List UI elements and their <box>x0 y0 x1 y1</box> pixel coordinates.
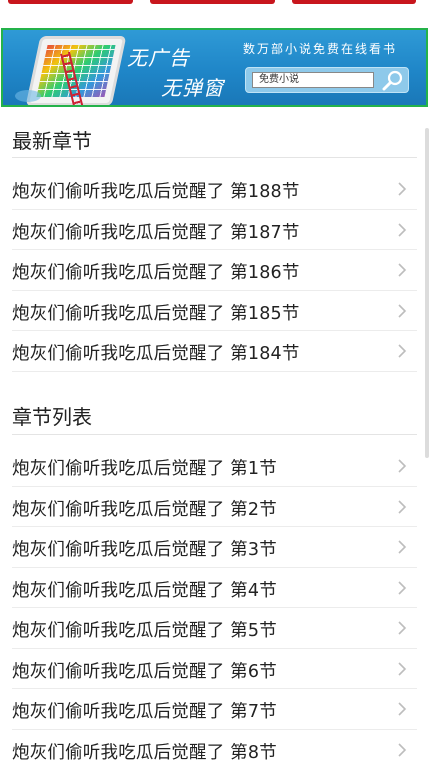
chapter-label: 炮灰们偷听我吃瓜后觉醒了 第7节 <box>12 702 277 722</box>
chapter-item[interactable]: 炮灰们偷听我吃瓜后觉醒了 第8节 <box>12 730 417 763</box>
top-nav-tab-1[interactable] <box>8 0 133 4</box>
chapter-label: 炮灰们偷听我吃瓜后觉醒了 第186节 <box>12 263 300 283</box>
chapter-list-heading: 章节列表 <box>12 405 92 429</box>
top-nav-tab-3[interactable] <box>292 0 416 4</box>
shadow-graphic <box>15 90 41 102</box>
chevron-right-icon <box>398 344 407 358</box>
chapter-item[interactable]: 炮灰们偷听我吃瓜后觉醒了 第3节 <box>12 527 417 568</box>
chapter-item[interactable]: 炮灰们偷听我吃瓜后觉醒了 第6节 <box>12 649 417 689</box>
latest-chapter-item[interactable]: 炮灰们偷听我吃瓜后觉醒了 第188节 <box>12 169 417 210</box>
chapter-label: 炮灰们偷听我吃瓜后觉醒了 第3节 <box>12 540 277 560</box>
banner-search-input[interactable]: 免费小说 <box>252 72 374 88</box>
chapter-item[interactable]: 炮灰们偷听我吃瓜后觉醒了 第1节 <box>12 446 417 487</box>
chapter-item[interactable]: 炮灰们偷听我吃瓜后觉醒了 第5节 <box>12 608 417 649</box>
chevron-right-icon <box>398 580 407 595</box>
vertical-scrollbar[interactable] <box>425 128 429 458</box>
chapter-label: 炮灰们偷听我吃瓜后觉醒了 第1节 <box>12 459 277 479</box>
chevron-right-icon <box>398 661 407 676</box>
chapter-label: 炮灰们偷听我吃瓜后觉醒了 第2节 <box>12 499 277 520</box>
chapter-label: 炮灰们偷听我吃瓜后觉醒了 第5节 <box>12 621 277 641</box>
chapter-label: 炮灰们偷听我吃瓜后觉醒了 第187节 <box>12 222 300 243</box>
top-nav-tab-2[interactable] <box>150 0 275 4</box>
chevron-right-icon <box>398 182 407 196</box>
banner-line-no-ads: 无广告 <box>127 46 190 70</box>
chapter-label: 炮灰们偷听我吃瓜后觉醒了 第6节 <box>12 661 277 682</box>
chevron-right-icon <box>398 702 407 716</box>
chapter-item[interactable]: 炮灰们偷听我吃瓜后觉醒了 第4节 <box>12 568 417 608</box>
search-icon[interactable] <box>380 69 406 91</box>
chapter-label: 炮灰们偷听我吃瓜后觉醒了 第185节 <box>12 303 300 324</box>
chapter-list-heading-divider <box>12 434 417 435</box>
chevron-right-icon <box>398 742 407 757</box>
chapter-item[interactable]: 炮灰们偷听我吃瓜后觉醒了 第7节 <box>12 689 417 730</box>
latest-heading-divider <box>12 157 417 158</box>
chevron-right-icon <box>398 499 407 514</box>
banner-slogan: 数万部小说免费在线看书 <box>243 42 398 56</box>
chevron-right-icon <box>398 303 407 318</box>
chevron-right-icon <box>398 540 407 554</box>
latest-chapters-heading: 最新章节 <box>12 129 92 153</box>
latest-chapter-item[interactable]: 炮灰们偷听我吃瓜后觉醒了 第186节 <box>12 250 417 291</box>
latest-chapter-item[interactable]: 炮灰们偷听我吃瓜后觉醒了 第187节 <box>12 210 417 250</box>
chapter-label: 炮灰们偷听我吃瓜后觉醒了 第188节 <box>12 182 300 202</box>
banner-line-no-popups: 无弹窗 <box>161 76 224 100</box>
chevron-right-icon <box>398 263 407 277</box>
latest-chapter-item[interactable]: 炮灰们偷听我吃瓜后觉醒了 第184节 <box>12 331 417 372</box>
chapter-list: 炮灰们偷听我吃瓜后觉醒了 第1节 炮灰们偷听我吃瓜后觉醒了 第2节 炮灰们偷听我… <box>12 446 417 763</box>
latest-chapter-item[interactable]: 炮灰们偷听我吃瓜后觉醒了 第185节 <box>12 291 417 331</box>
latest-chapters-list: 炮灰们偷听我吃瓜后觉醒了 第188节 炮灰们偷听我吃瓜后觉醒了 第187节 炮灰… <box>12 169 417 372</box>
ad-banner[interactable]: 无广告 无弹窗 数万部小说免费在线看书 免费小说 <box>1 28 428 107</box>
chevron-right-icon <box>398 222 407 237</box>
chevron-right-icon <box>398 459 407 473</box>
top-nav-tabs <box>0 0 429 18</box>
chapter-label: 炮灰们偷听我吃瓜后觉醒了 第8节 <box>12 742 277 763</box>
chevron-right-icon <box>398 621 407 635</box>
chapter-label: 炮灰们偷听我吃瓜后觉醒了 第184节 <box>12 344 300 364</box>
chapter-label: 炮灰们偷听我吃瓜后觉醒了 第4节 <box>12 580 277 601</box>
chapter-item[interactable]: 炮灰们偷听我吃瓜后觉醒了 第2节 <box>12 487 417 527</box>
banner-search-box: 免费小说 <box>245 67 409 93</box>
